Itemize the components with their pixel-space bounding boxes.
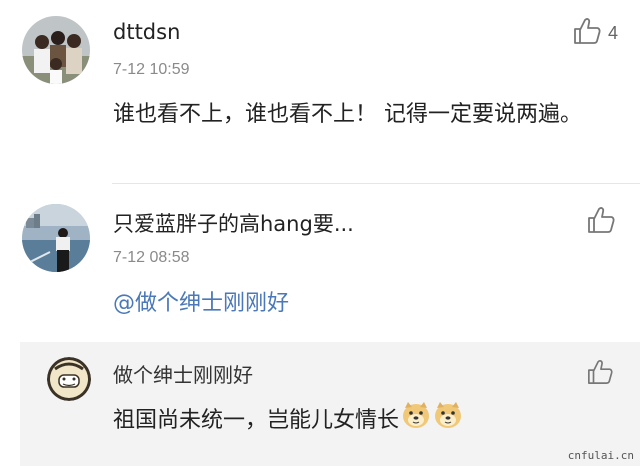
reply-container: 做个绅士刚刚好 祖国尚未统一，岂能儿女情长 — [20, 342, 640, 466]
avatar[interactable] — [22, 204, 90, 272]
comment-item-1: dttdsn 7-12 10:59 4 谁也看不上，谁也看不上！ 记得一定要说两… — [0, 0, 640, 183]
comment-username[interactable]: dttdsn — [113, 20, 180, 44]
like-count: 4 — [608, 22, 619, 43]
avatar[interactable] — [47, 357, 91, 401]
doge-emoji-icon — [433, 400, 463, 442]
avatar[interactable] — [22, 16, 90, 84]
reply-text-content: 祖国尚未统一，岂能儿女情长 — [113, 408, 400, 433]
comment-item-2: 只爱蓝胖子的高hang要... 7-12 08:58 @做个绅士刚刚好 — [0, 184, 640, 342]
thumbs-up-icon — [586, 206, 616, 238]
reply-username[interactable]: 做个绅士刚刚好 — [113, 359, 253, 388]
like-button[interactable]: 4 — [572, 17, 618, 49]
like-button[interactable] — [586, 206, 616, 238]
thumbs-up-icon — [572, 17, 602, 49]
watermark: cnfulai.cn — [567, 449, 634, 462]
thumbs-up-icon — [586, 359, 614, 389]
comment-timestamp: 7-12 10:59 — [113, 61, 190, 78]
mention-link[interactable]: @做个绅士刚刚好 — [113, 286, 289, 322]
comment-username[interactable]: 只爱蓝胖子的高hang要... — [113, 208, 354, 238]
reply-text: 祖国尚未统一，岂能儿女情长 — [113, 400, 463, 442]
like-button[interactable] — [586, 359, 614, 389]
comment-timestamp: 7-12 08:58 — [113, 249, 190, 266]
doge-emoji-icon — [401, 400, 431, 442]
comment-text: 谁也看不上，谁也看不上！ 记得一定要说两遍。 — [113, 102, 582, 127]
